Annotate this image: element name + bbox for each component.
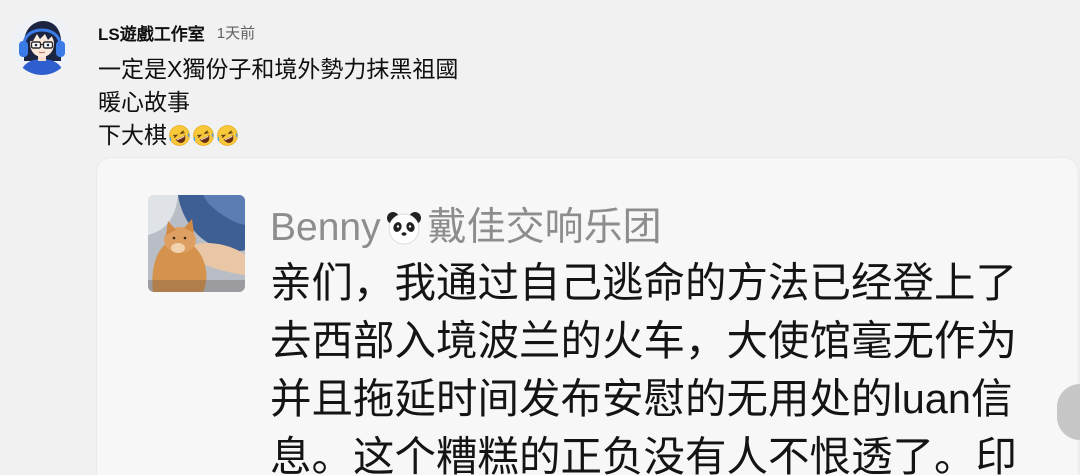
message-line: 并且拖延时间发布安慰的无用处的luan信 bbox=[270, 375, 1013, 422]
commenter-avatar[interactable] bbox=[12, 15, 72, 75]
anime-avatar-icon bbox=[12, 15, 72, 75]
comment-line: 暖心故事 bbox=[98, 89, 190, 115]
comment-line-with-emojis: 下大棋 bbox=[98, 119, 458, 152]
message-line: 息。这个糟糕的正负没有人不恨透了。印 bbox=[270, 433, 1018, 475]
sender-avatar bbox=[148, 195, 245, 292]
message-text: 亲们，我通过自己逃命的方法已经登上了 去西部入境波兰的火车，大使馆毫无作为 并且… bbox=[270, 254, 1017, 475]
cat-photo-icon bbox=[148, 195, 245, 292]
reaction-emojis bbox=[167, 122, 239, 148]
attached-image[interactable]: Benny 戴佳交响乐团 亲们，我通过自己逃命的方法已经登上了 去西部入境波兰的… bbox=[97, 158, 1078, 475]
rofl-emoji-icon bbox=[168, 124, 191, 147]
comment-timestamp[interactable]: 1天前 bbox=[217, 22, 255, 43]
sender-group-name: 戴佳交响乐团 bbox=[427, 206, 662, 249]
sender-name: Benny 戴佳交响乐团 bbox=[270, 205, 662, 251]
rofl-emoji-icon bbox=[192, 124, 215, 147]
panda-emoji-icon bbox=[384, 208, 424, 248]
comment-body: 一定是X獨份子和境外勢力抹黑祖國 暖心故事 下大棋 bbox=[98, 53, 458, 152]
rofl-emoji-icon bbox=[216, 124, 239, 147]
message-line: 亲们，我通过自己逃命的方法已经登上了 bbox=[270, 259, 1018, 306]
comment-line: 一定是X獨份子和境外勢力抹黑祖國 bbox=[98, 56, 459, 82]
comment-header: LS遊戲工作室 1天前 bbox=[98, 20, 255, 45]
comment-author[interactable]: LS遊戲工作室 bbox=[98, 20, 205, 45]
message-line: 去西部入境波兰的火车，大使馆毫无作为 bbox=[270, 317, 1018, 364]
sender-name-text: Benny bbox=[270, 206, 381, 249]
comment-line-text: 下大棋 bbox=[98, 122, 167, 148]
